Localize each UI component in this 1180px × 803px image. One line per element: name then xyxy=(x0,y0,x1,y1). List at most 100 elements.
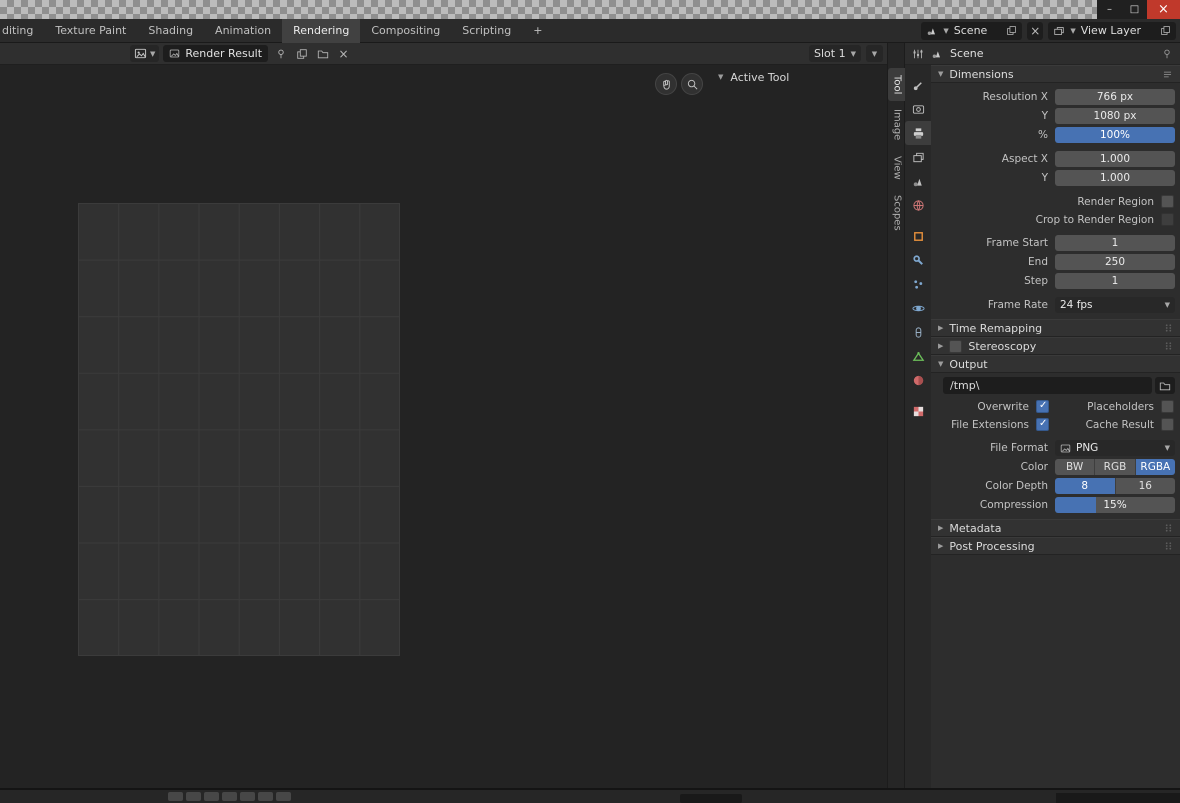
tab-modifiers[interactable] xyxy=(905,248,931,272)
pin-icon[interactable] xyxy=(1161,48,1173,60)
tab-tool[interactable] xyxy=(905,73,931,97)
output-path-field[interactable]: /tmp\ xyxy=(943,377,1152,394)
tab-object-data[interactable] xyxy=(905,344,931,368)
play-reverse-button[interactable] xyxy=(204,792,219,801)
image-datablock-selector[interactable]: Render Result xyxy=(163,45,268,62)
browse-folder-button[interactable] xyxy=(1155,377,1175,394)
workspace-tab-shading[interactable]: Shading xyxy=(137,19,204,43)
tab-render[interactable] xyxy=(905,97,931,121)
workspace-tab-animation[interactable]: Animation xyxy=(204,19,282,43)
maximize-button[interactable]: □ xyxy=(1122,0,1147,19)
aspect-y-field[interactable]: 1.000 xyxy=(1055,170,1175,186)
render-region-checkbox[interactable] xyxy=(1161,195,1174,208)
resolution-percent-slider[interactable]: 100% xyxy=(1055,127,1175,143)
frame-rate-dropdown[interactable]: 24 fps ▼ xyxy=(1055,297,1175,313)
unlink-scene-button[interactable]: × xyxy=(1027,22,1043,40)
depth-16-button[interactable]: 16 xyxy=(1116,478,1176,494)
sidebar-tab-image[interactable]: Image xyxy=(888,102,906,147)
view-layer-selector[interactable]: ▼ View Layer xyxy=(1048,22,1176,40)
close-button[interactable]: × xyxy=(1147,0,1180,19)
scene-selector[interactable]: ▼ Scene xyxy=(921,22,1022,40)
render-slot-selector[interactable]: Slot 1 ▼ xyxy=(809,45,861,62)
frame-start-field[interactable]: 1 xyxy=(1055,235,1175,251)
minimize-button[interactable]: – xyxy=(1097,0,1122,19)
image-editor-canvas[interactable]: ▼ Active Tool xyxy=(0,65,887,788)
jump-to-end-button[interactable] xyxy=(258,792,273,801)
topbar-right-group: ▼ Scene × ▼ View Layer xyxy=(921,22,1180,40)
active-tool-panel-header[interactable]: ▼ Active Tool xyxy=(718,68,789,86)
file-image-icon xyxy=(1060,443,1071,454)
workspace-tab-uv-editing[interactable]: diting xyxy=(0,19,44,43)
tab-scene[interactable] xyxy=(905,169,931,193)
overwrite-checkbox[interactable] xyxy=(1036,400,1049,413)
properties-body: ▼ Dimensions Resolution X 766 px Y 1080 … xyxy=(931,65,1180,788)
duplicate-image-button[interactable] xyxy=(293,45,310,62)
frame-end-field[interactable]: 250 xyxy=(1055,254,1175,270)
duplicate-view-layer-icon[interactable] xyxy=(1160,25,1171,36)
tab-object[interactable] xyxy=(905,224,931,248)
previous-keyframe-button[interactable] xyxy=(186,792,201,801)
sidebar-tab-view[interactable]: View xyxy=(888,149,906,187)
slot-label: Slot 1 xyxy=(814,47,846,60)
pin-image-button[interactable] xyxy=(272,45,289,62)
duplicate-scene-icon[interactable] xyxy=(1006,25,1017,36)
crop-region-checkbox[interactable] xyxy=(1161,213,1174,226)
window-title-bar[interactable]: – □ × xyxy=(0,0,1180,19)
tab-world[interactable] xyxy=(905,193,931,217)
depth-8-button[interactable]: 8 xyxy=(1055,478,1116,494)
tab-particles[interactable] xyxy=(905,272,931,296)
panel-header-stereoscopy[interactable]: ▶ Stereoscopy xyxy=(931,337,1180,355)
pan-gizmo-button[interactable] xyxy=(655,73,677,95)
panel-header-output[interactable]: ▼ Output xyxy=(931,355,1180,373)
placeholders-checkbox[interactable] xyxy=(1161,400,1174,413)
display-channels-dropdown[interactable]: ▼ xyxy=(866,45,883,62)
frame-counter-field[interactable] xyxy=(680,794,742,803)
image-icon xyxy=(169,48,180,59)
sidebar-tab-scopes[interactable]: Scopes xyxy=(888,188,906,238)
add-workspace-button[interactable]: + xyxy=(522,19,553,43)
panel-header-dimensions[interactable]: ▼ Dimensions xyxy=(931,65,1180,83)
panel-header-post-processing[interactable]: ▶ Post Processing xyxy=(931,537,1180,555)
compression-slider[interactable]: 15% xyxy=(1055,497,1175,513)
texture-icon xyxy=(912,405,925,418)
aspect-x-field[interactable]: 1.000 xyxy=(1055,151,1175,167)
workspace-tab-rendering[interactable]: Rendering xyxy=(282,19,360,43)
workspace-tab-scripting[interactable]: Scripting xyxy=(451,19,522,43)
auto-keying-button[interactable] xyxy=(276,792,291,801)
color-rgba-button[interactable]: RGBA xyxy=(1136,459,1175,475)
frame-step-field[interactable]: 1 xyxy=(1055,273,1175,289)
editor-type-button[interactable]: ▼ xyxy=(130,45,159,62)
unlink-image-button[interactable]: × xyxy=(335,45,352,62)
properties-editor-icon[interactable] xyxy=(912,48,924,60)
color-bw-button[interactable]: BW xyxy=(1055,459,1095,475)
zoom-gizmo-button[interactable] xyxy=(681,73,703,95)
resolution-y-field[interactable]: 1080 px xyxy=(1055,108,1175,124)
color-depth-segmented: 8 16 xyxy=(1055,478,1175,494)
tab-material[interactable] xyxy=(905,368,931,392)
file-extensions-checkbox[interactable] xyxy=(1036,418,1049,431)
workspace-tab-texture-paint[interactable]: Texture Paint xyxy=(44,19,137,43)
play-button[interactable] xyxy=(222,792,237,801)
cache-result-checkbox[interactable] xyxy=(1161,418,1174,431)
next-keyframe-button[interactable] xyxy=(240,792,255,801)
hand-icon xyxy=(660,78,673,91)
tab-view-layer[interactable] xyxy=(905,145,931,169)
color-rgb-button[interactable]: RGB xyxy=(1095,459,1135,475)
panel-header-time-remapping[interactable]: ▶ Time Remapping xyxy=(931,319,1180,337)
stereoscopy-checkbox[interactable] xyxy=(949,340,962,353)
open-image-button[interactable] xyxy=(314,45,331,62)
resolution-x-field[interactable]: 766 px xyxy=(1055,89,1175,105)
panel-header-metadata[interactable]: ▶ Metadata xyxy=(931,519,1180,537)
workspace-tab-compositing[interactable]: Compositing xyxy=(360,19,451,43)
jump-to-start-button[interactable] xyxy=(168,792,183,801)
tab-output[interactable] xyxy=(905,121,931,145)
presets-icon[interactable] xyxy=(1162,69,1173,80)
sidebar-tab-tool[interactable]: Tool xyxy=(888,68,906,101)
triangle-down-icon: ▼ xyxy=(938,360,943,368)
triangle-right-icon: ▶ xyxy=(938,524,943,532)
tab-physics[interactable] xyxy=(905,296,931,320)
view-layer-name: View Layer xyxy=(1081,24,1155,37)
tab-constraints[interactable] xyxy=(905,320,931,344)
file-format-dropdown[interactable]: PNG ▼ xyxy=(1055,440,1175,456)
tab-texture[interactable] xyxy=(905,399,931,423)
